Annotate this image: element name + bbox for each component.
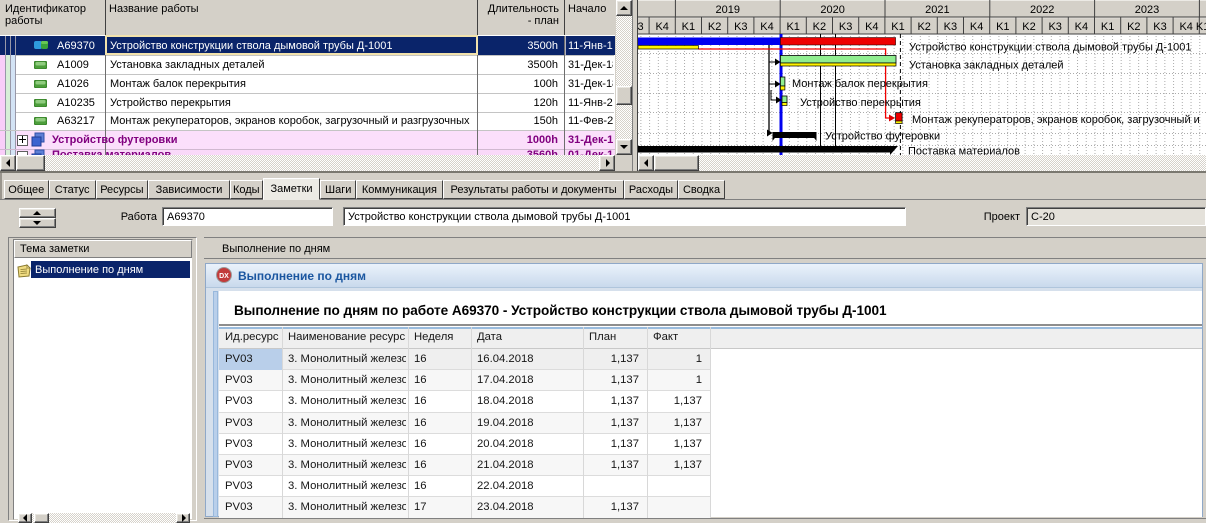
svg-text:DX: DX bbox=[219, 273, 229, 280]
svg-text:Монтаж рекуператоров, экранов: Монтаж рекуператоров, экранов коробок, з… bbox=[912, 114, 1200, 126]
svg-text:2020: 2020 bbox=[820, 4, 844, 16]
svg-text:K1: K1 bbox=[996, 21, 1009, 33]
svg-text:K4: K4 bbox=[655, 21, 668, 33]
svg-text:2023: 2023 bbox=[1135, 4, 1159, 16]
svg-text:K4: K4 bbox=[1179, 21, 1192, 33]
svg-text:K1: K1 bbox=[682, 21, 695, 33]
svg-text:K2: K2 bbox=[917, 21, 930, 33]
svg-text:K2: K2 bbox=[1127, 21, 1140, 33]
svg-text:2022: 2022 bbox=[1030, 4, 1054, 16]
svg-text:K3: K3 bbox=[1048, 21, 1061, 33]
svg-text:Устройство футеровки: Устройство футеровки bbox=[825, 131, 940, 143]
svg-text:K3: K3 bbox=[944, 21, 957, 33]
svg-text:K1: K1 bbox=[786, 21, 799, 33]
svg-text:Установка закладных деталей: Установка закладных деталей bbox=[909, 60, 1064, 72]
svg-text:K1: K1 bbox=[1101, 21, 1114, 33]
svg-text:Поставка материалов: Поставка материалов bbox=[908, 146, 1020, 156]
svg-text:K2: K2 bbox=[708, 21, 721, 33]
svg-text:K4: K4 bbox=[1075, 21, 1088, 33]
svg-text:K1: K1 bbox=[1196, 21, 1206, 33]
svg-text:2021: 2021 bbox=[925, 4, 949, 16]
svg-text:Устройство конструкции ствола: Устройство конструкции ствола дымовой тр… bbox=[909, 42, 1192, 54]
svg-text:K4: K4 bbox=[865, 21, 878, 33]
svg-text:K2: K2 bbox=[1022, 21, 1035, 33]
svg-text:K2: K2 bbox=[813, 21, 826, 33]
svg-text:Устройство перекрытия: Устройство перекрытия bbox=[800, 97, 921, 109]
svg-text:K3: K3 bbox=[734, 21, 747, 33]
svg-text:3: 3 bbox=[638, 21, 644, 33]
svg-text:K3: K3 bbox=[839, 21, 852, 33]
svg-text:K4: K4 bbox=[760, 21, 773, 33]
svg-text:K3: K3 bbox=[1153, 21, 1166, 33]
svg-text:Монтаж балок перекрытия: Монтаж балок перекрытия bbox=[792, 78, 928, 90]
svg-text:K1: K1 bbox=[891, 21, 904, 33]
svg-text:K4: K4 bbox=[970, 21, 983, 33]
svg-text:2019: 2019 bbox=[716, 4, 740, 16]
